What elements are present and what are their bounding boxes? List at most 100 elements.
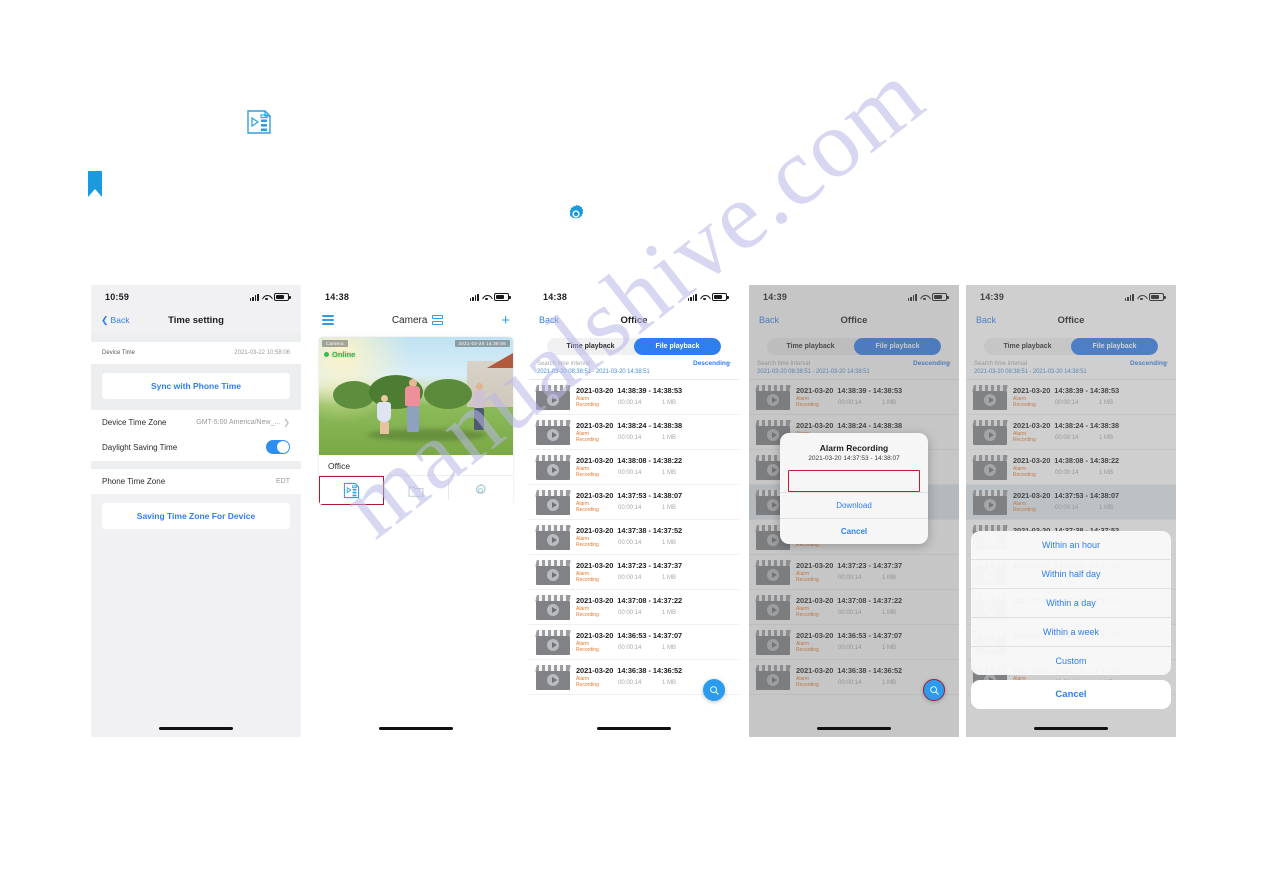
camera-preview[interactable]: Camera 2021-03-20 14:38:56 Online [319, 337, 513, 455]
playback-tabs: Time playback File playback [529, 333, 739, 359]
recording-size: 1 MB [662, 610, 677, 616]
home-indicator [1034, 727, 1108, 730]
status-time: 14:38 [543, 292, 568, 302]
back-button[interactable]: Back [539, 315, 559, 325]
search-button[interactable] [703, 679, 725, 701]
home-indicator [379, 727, 453, 730]
recording-type: AlarmRecording [576, 571, 599, 583]
bush-graphic [424, 379, 472, 409]
table-row[interactable]: 2021-03-20 14:37:08 - 14:37:22AlarmRecor… [529, 590, 739, 625]
playback-list-icon [246, 109, 272, 135]
action-sheet-item[interactable]: Within half day [971, 560, 1171, 589]
recording-info: 2021-03-20 14:38:08 - 14:38:22AlarmRecor… [576, 456, 732, 479]
recording-duration: 00:00:14 [618, 680, 642, 686]
recording-type: AlarmRecording [576, 641, 599, 653]
recording-time-range: 2021-03-20 14:36:38 - 14:36:52 [576, 666, 683, 676]
recording-type: AlarmRecording [576, 466, 599, 478]
search-button[interactable] [923, 679, 945, 701]
back-label: Back [110, 315, 130, 325]
menu-icon[interactable] [322, 313, 334, 327]
action-sheet-options: Within an hour Within half day Within a da… [971, 531, 1171, 675]
grid-layout-icon[interactable] [432, 314, 444, 326]
section-gap [91, 333, 301, 342]
clapperboard-icon [535, 595, 571, 620]
clapperboard-icon [535, 455, 571, 480]
phone-screen-time-setting: 10:59 ❮ Back Time setting Device Time 20… [91, 285, 301, 737]
dialog-title: Alarm Recording [819, 443, 889, 453]
device-time-zone-value: GMT-5:00 America/New_... [196, 419, 281, 426]
recording-size: 1 MB [662, 505, 677, 511]
page-title: Office [620, 314, 648, 326]
phone-screen-file-playback: 14:38 Back Office Time playback File pla… [529, 285, 739, 737]
bookmark-icon [88, 171, 102, 197]
table-row[interactable]: 2021-03-20 14:37:53 - 14:38:07AlarmRecor… [529, 485, 739, 520]
table-row[interactable]: 2021-03-20 14:38:24 - 14:38:38AlarmRecor… [529, 415, 739, 450]
sort-order-label: Descending [693, 360, 730, 367]
online-status-badge: Online [324, 350, 355, 359]
phone-time-zone-value: EDT [276, 478, 290, 485]
daylight-saving-toggle[interactable] [266, 440, 290, 454]
cancel-button[interactable]: Cancel [780, 518, 928, 544]
sync-with-phone-time-button[interactable]: Sync with Phone Time [102, 373, 290, 399]
saving-time-zone-button[interactable]: Saving Time Zone For Device [102, 503, 290, 529]
status-bar: 14:38 [311, 285, 521, 307]
status-icons [687, 293, 729, 301]
search-placeholder: Search time interval [537, 361, 591, 367]
search-range-group: Search time interval 2021-03-20 08:38:51… [537, 361, 650, 375]
clapperboard-icon [535, 525, 571, 550]
device-time-row: Device Time 2021-03-22 10:58:06 [91, 342, 301, 364]
download-button[interactable]: Download [780, 492, 928, 518]
action-sheet-item[interactable]: Within a week [971, 618, 1171, 647]
recording-info: 2021-03-20 14:38:39 - 14:38:53 Alarm Recor… [576, 386, 732, 409]
table-row[interactable]: 2021-03-20 14:38:08 - 14:38:22AlarmRecor… [529, 450, 739, 485]
phone-screen-download-dialog: 14:39 Back Office Time playback File pla… [749, 285, 959, 737]
recording-time-range: 2021-03-20 14:37:38 - 14:37:52 [576, 526, 683, 536]
back-button[interactable]: ❮ Back [101, 315, 129, 325]
recording-type: AlarmRecording [576, 431, 599, 443]
alarm-recording-dialog: Alarm Recording 2021-03-20 14:37:53 - 14… [780, 433, 928, 544]
battery-icon [712, 293, 729, 301]
page-root: manualshive.com 10:59 ❮ Back Time settin… [0, 0, 1263, 893]
recording-duration: 00:00:14 [618, 470, 642, 476]
recording-time-range: 2021-03-20 14:38:24 - 14:38:38 [576, 421, 683, 431]
action-sheet-item[interactable]: Custom [971, 647, 1171, 675]
device-time-zone-row[interactable]: Device Time Zone GMT-5:00 America/New_..… [91, 410, 301, 435]
dialog-highlighted-field[interactable] [788, 470, 920, 492]
add-device-button[interactable]: + [501, 313, 510, 328]
status-icons [469, 293, 511, 301]
time-range-action-sheet: Within an hour Within half day Within a da… [971, 531, 1171, 709]
status-time: 10:59 [105, 292, 130, 302]
table-row[interactable]: 2021-03-20 14:38:39 - 14:38:53 Alarm Recor… [529, 380, 739, 415]
action-sheet-item[interactable]: Within an hour [971, 531, 1171, 560]
status-time: 14:38 [325, 292, 350, 302]
page-title: Camera [391, 314, 428, 326]
recording-type: AlarmRecording [576, 606, 599, 618]
page-title-group: Camera [391, 314, 444, 326]
recording-size: 1 MB [662, 575, 677, 581]
save-button-row: Saving Time Zone For Device [91, 494, 301, 540]
table-row[interactable]: 2021-03-20 14:37:23 - 14:37:37AlarmRecor… [529, 555, 739, 590]
recording-time-range: 2021-03-20 14:38:39 - 14:38:53 [576, 386, 683, 396]
sort-order-control[interactable]: Descending [693, 360, 731, 368]
table-row[interactable]: 2021-03-20 14:36:53 - 14:37:07AlarmRecor… [529, 625, 739, 660]
search-time-interval-bar[interactable]: Search time interval 2021-03-20 08:38:51… [529, 359, 739, 380]
playback-list-icon[interactable] [319, 476, 384, 505]
nav-bar: ❮ Back Time setting [91, 307, 301, 333]
table-row[interactable]: 2021-03-20 14:37:38 - 14:37:52AlarmRecor… [529, 520, 739, 555]
recording-info: 2021-03-20 14:37:38 - 14:37:52AlarmRecor… [576, 526, 732, 549]
camera-card[interactable]: Camera 2021-03-20 14:38:56 Online Office [319, 337, 513, 505]
timestamp-overlay: 2021-03-20 14:38:56 [454, 340, 510, 347]
folder-icon[interactable] [383, 476, 449, 505]
person-adult-graphic [405, 379, 421, 433]
device-time-zone-label: Device Time Zone [102, 418, 167, 427]
tab-file-playback[interactable]: File playback [634, 338, 721, 355]
status-bar: 14:38 [529, 285, 739, 307]
tab-time-playback[interactable]: Time playback [547, 338, 634, 355]
action-sheet-item[interactable]: Within a day [971, 589, 1171, 618]
recording-size: 1 MB [662, 645, 677, 651]
recording-size: 1 MB [662, 470, 677, 476]
status-icons [249, 293, 291, 301]
dialog-subtitle: 2021-03-20 14:37:53 - 14:38:07 [808, 455, 900, 462]
gear-icon[interactable] [448, 476, 513, 505]
cancel-button[interactable]: Cancel [971, 680, 1171, 709]
